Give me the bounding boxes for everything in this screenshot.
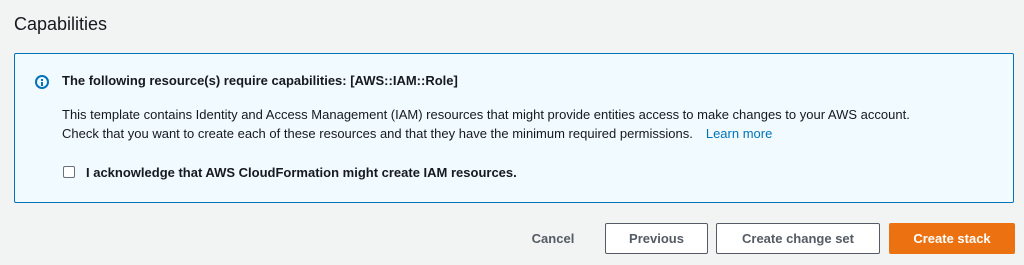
alert-body-line-1: This template contains Identity and Acce…	[62, 107, 910, 122]
previous-button[interactable]: Previous	[605, 223, 708, 254]
create-stack-button[interactable]: Create stack	[889, 223, 1015, 254]
alert-body-line-2: Check that you want to create each of th…	[62, 124, 1007, 143]
section-title: Capabilities	[14, 14, 108, 34]
capabilities-info-alert: The following resource(s) require capabi…	[14, 53, 1014, 203]
alert-body: This template contains Identity and Acce…	[62, 105, 1007, 143]
alert-heading: The following resource(s) require capabi…	[62, 73, 458, 88]
cancel-button[interactable]: Cancel	[519, 223, 587, 254]
create-change-set-button[interactable]: Create change set	[716, 223, 880, 254]
acknowledge-row[interactable]: I acknowledge that AWS CloudFormation mi…	[63, 163, 517, 181]
learn-more-link[interactable]: Learn more	[706, 126, 772, 141]
acknowledge-label[interactable]: I acknowledge that AWS CloudFormation mi…	[86, 165, 517, 180]
acknowledge-checkbox[interactable]	[63, 166, 75, 178]
alert-body-line-2-text: Check that you want to create each of th…	[62, 126, 693, 141]
info-icon	[35, 75, 49, 89]
